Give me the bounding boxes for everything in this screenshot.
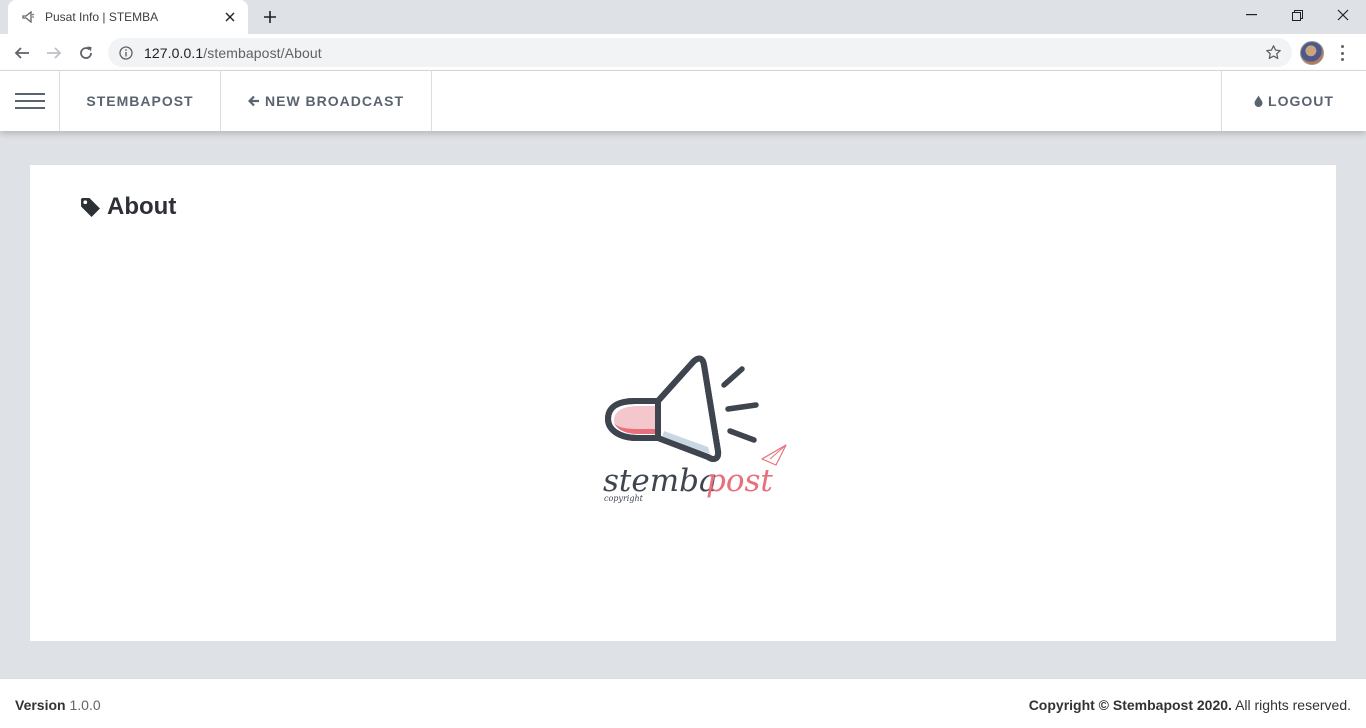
stembapost-logo: stemba post copyright	[600, 351, 790, 511]
logo-subtext: copyright	[604, 494, 644, 503]
nav-logout-label: LOGOUT	[1268, 93, 1334, 109]
hamburger-menu-icon[interactable]	[0, 71, 60, 131]
url-text: 127.0.0.1/stembapost/About	[144, 45, 322, 61]
close-tab-icon[interactable]	[222, 9, 238, 25]
copyright-text: Copyright © Stembapost 2020.	[1028, 697, 1232, 713]
profile-avatar[interactable]	[1300, 41, 1324, 65]
arrow-left-icon	[248, 95, 260, 107]
browser-menu-icon[interactable]	[1336, 43, 1348, 63]
url-path: /stembapost/About	[203, 44, 322, 61]
tag-icon	[80, 197, 101, 218]
bookmark-star-icon[interactable]	[1265, 44, 1282, 61]
page-title-text: About	[107, 193, 177, 220]
reload-icon[interactable]	[72, 39, 100, 67]
megaphone-favicon-icon	[20, 9, 36, 25]
nav-logout-link[interactable]: LOGOUT	[1221, 71, 1366, 131]
browser-toolbar: 127.0.0.1/stembapost/About	[0, 34, 1366, 71]
footer-copyright: Copyright © Stembapost 2020. All rights …	[1029, 697, 1351, 713]
browser-tab[interactable]: Pusat Info | STEMBA	[8, 0, 248, 34]
app-navbar: STEMBAPOST NEW BROADCAST LOGOUT	[0, 71, 1366, 131]
back-icon[interactable]	[8, 39, 36, 67]
minimize-icon[interactable]	[1228, 0, 1274, 30]
nav-new-broadcast-link[interactable]: NEW BROADCAST	[221, 71, 432, 131]
browser-tabstrip: Pusat Info | STEMBA	[0, 0, 1366, 34]
address-bar[interactable]: 127.0.0.1/stembapost/About	[108, 38, 1292, 67]
new-tab-icon[interactable]	[258, 6, 282, 28]
nav-brand-link[interactable]: STEMBAPOST	[60, 71, 221, 131]
about-card: About stemba post copyright	[30, 165, 1336, 641]
logo-word-post: post	[706, 463, 773, 499]
nav-new-broadcast-label: NEW BROADCAST	[265, 93, 404, 109]
forward-icon[interactable]	[40, 39, 68, 67]
nav-brand-label: STEMBAPOST	[86, 93, 194, 109]
rights-text: All rights reserved.	[1235, 697, 1351, 713]
restore-icon[interactable]	[1274, 0, 1320, 30]
page-footer: Version 1.0.0 Copyright © Stembapost 202…	[0, 678, 1366, 728]
url-host: 127.0.0.1	[144, 44, 204, 61]
footer-version: Version 1.0.0	[15, 697, 101, 713]
version-value: 1.0.0	[69, 697, 101, 713]
drop-icon	[1254, 95, 1263, 107]
close-window-icon[interactable]	[1320, 0, 1366, 30]
version-label: Version	[15, 697, 66, 713]
site-info-icon[interactable]	[118, 45, 134, 61]
tab-title: Pusat Info | STEMBA	[45, 10, 159, 24]
page-title: About	[80, 193, 176, 221]
